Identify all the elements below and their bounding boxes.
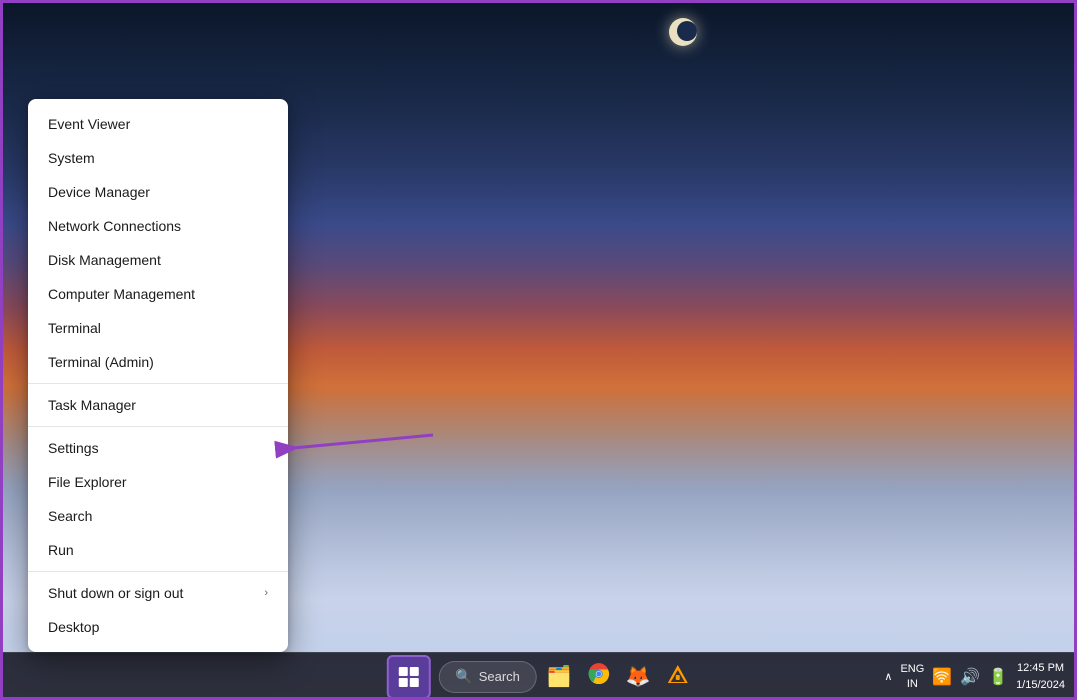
file-explorer-icon[interactable]: 🗂️ xyxy=(541,660,578,693)
menu-item-label-network-connections: Network Connections xyxy=(48,218,181,234)
menu-item-label-file-explorer: File Explorer xyxy=(48,474,127,490)
search-icon: 🔍 xyxy=(455,668,472,685)
search-button[interactable]: 🔍 Search xyxy=(438,661,537,693)
menu-item-label-system: System xyxy=(48,150,95,166)
menu-divider xyxy=(28,383,288,384)
menu-item-task-manager[interactable]: Task Manager xyxy=(28,388,288,422)
menu-item-event-viewer[interactable]: Event Viewer xyxy=(28,107,288,141)
menu-item-settings[interactable]: Settings xyxy=(28,431,288,465)
taskbar: 🔍 Search 🗂️ 🦊 ∧ xyxy=(0,652,1077,700)
taskbar-center: 🔍 Search 🗂️ 🦊 xyxy=(382,655,694,699)
menu-item-label-task-manager: Task Manager xyxy=(48,397,136,413)
chrome-icon[interactable] xyxy=(582,659,616,695)
menu-item-label-search: Search xyxy=(48,508,92,524)
menu-item-label-run: Run xyxy=(48,542,74,558)
clock-date: 1/15/2024 xyxy=(1016,677,1065,694)
menu-item-terminal[interactable]: Terminal xyxy=(28,311,288,345)
menu-item-label-device-manager: Device Manager xyxy=(48,184,150,200)
menu-item-computer-management[interactable]: Computer Management xyxy=(28,277,288,311)
menu-item-terminal-admin[interactable]: Terminal (Admin) xyxy=(28,345,288,379)
menu-item-desktop[interactable]: Desktop xyxy=(28,610,288,644)
menu-item-run[interactable]: Run xyxy=(28,533,288,567)
clock-time: 12:45 PM xyxy=(1016,660,1065,677)
taskbar-right: ∧ ENGIN 🛜 🔊 🔋 12:45 PM 1/15/2024 xyxy=(884,660,1077,693)
menu-item-disk-management[interactable]: Disk Management xyxy=(28,243,288,277)
menu-item-label-event-viewer: Event Viewer xyxy=(48,116,130,132)
system-clock[interactable]: 12:45 PM 1/15/2024 xyxy=(1016,660,1065,693)
volume-icon[interactable]: 🔊 xyxy=(960,667,980,687)
menu-item-label-desktop: Desktop xyxy=(48,619,99,635)
wifi-icon[interactable]: 🛜 xyxy=(932,667,952,687)
menu-item-label-settings: Settings xyxy=(48,440,99,456)
menu-item-system[interactable]: System xyxy=(28,141,288,175)
moon-decoration xyxy=(669,18,697,46)
menu-item-file-explorer[interactable]: File Explorer xyxy=(28,465,288,499)
vlc-icon[interactable] xyxy=(661,659,695,695)
search-label: Search xyxy=(479,669,520,684)
menu-divider xyxy=(28,571,288,572)
context-menu: Event Viewer System Device Manager Network … xyxy=(28,99,288,652)
menu-item-search[interactable]: Search xyxy=(28,499,288,533)
windows-logo-icon xyxy=(398,667,418,687)
firefox-icon[interactable]: 🦊 xyxy=(620,660,657,693)
menu-item-label-terminal-admin: Terminal (Admin) xyxy=(48,354,154,370)
menu-item-network-connections[interactable]: Network Connections xyxy=(28,209,288,243)
menu-item-label-terminal: Terminal xyxy=(48,320,101,336)
menu-item-label-disk-management: Disk Management xyxy=(48,252,161,268)
start-button[interactable] xyxy=(386,655,430,699)
battery-icon[interactable]: 🔋 xyxy=(988,667,1008,687)
menu-divider xyxy=(28,426,288,427)
menu-item-device-manager[interactable]: Device Manager xyxy=(28,175,288,209)
submenu-chevron-icon: › xyxy=(264,587,268,599)
menu-item-shut-down[interactable]: Shut down or sign out › xyxy=(28,576,288,610)
language-indicator: ENGIN xyxy=(900,662,924,691)
chevron-icon[interactable]: ∧ xyxy=(884,670,892,683)
menu-item-label-shut-down: Shut down or sign out xyxy=(48,585,183,601)
menu-item-label-computer-management: Computer Management xyxy=(48,286,195,302)
